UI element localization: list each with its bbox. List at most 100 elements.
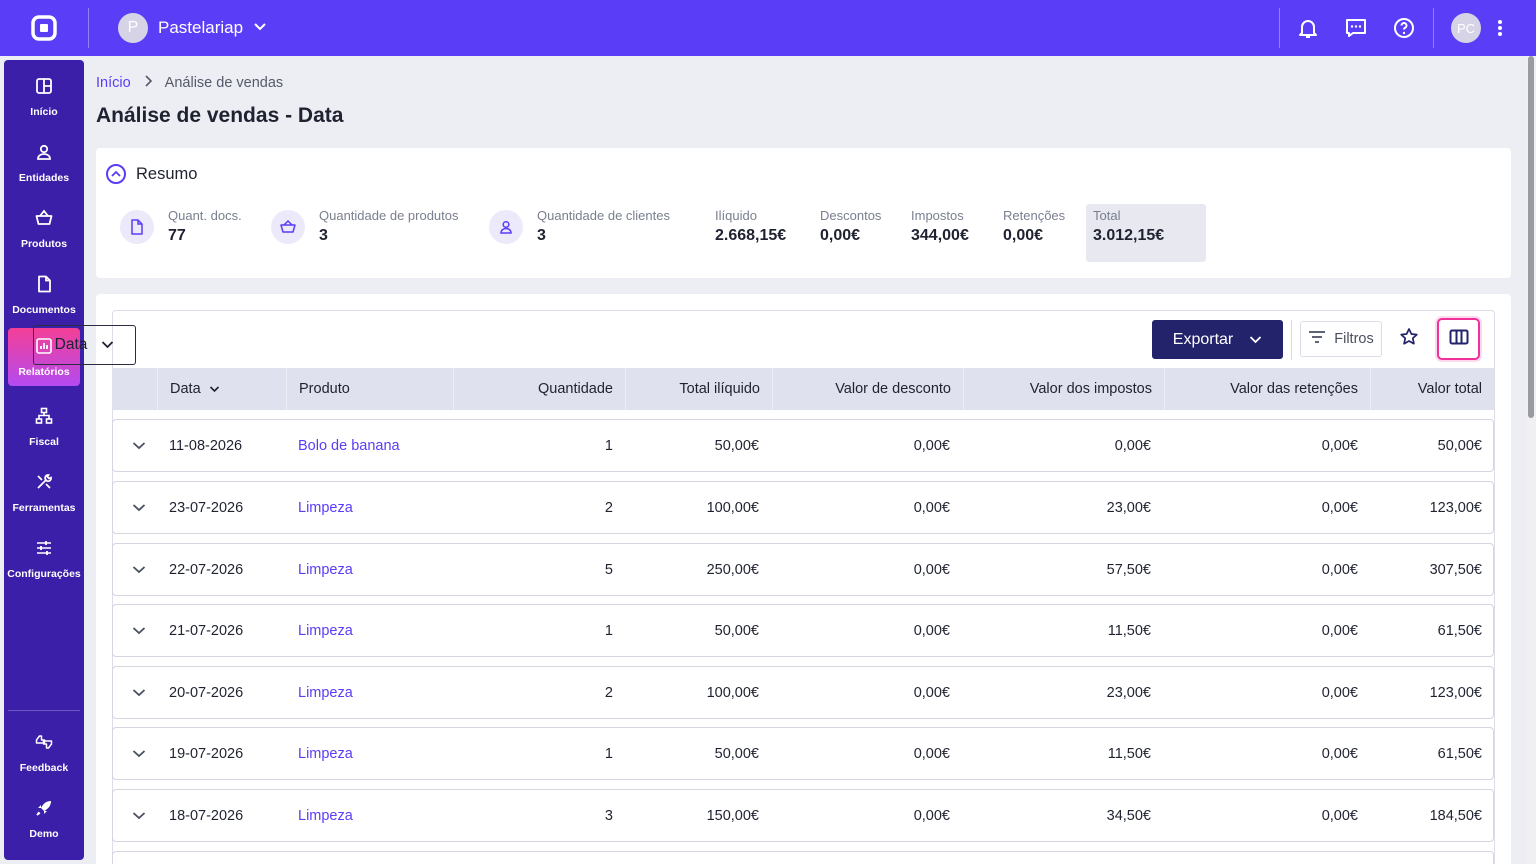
stat-withholdings: Retenções 0,00€: [1003, 208, 1065, 245]
table-row[interactable]: 21-07-2026 Limpeza 1 50,00€ 0,00€ 11,50€ 0,00€…: [112, 604, 1494, 657]
expand-row-chevron-icon[interactable]: [127, 495, 151, 519]
bell-icon[interactable]: [1296, 16, 1320, 40]
cell-quantity: 5: [604, 561, 613, 578]
stat-value: 0,00€: [1003, 227, 1044, 244]
chat-icon[interactable]: [1344, 16, 1368, 40]
app-logo-icon[interactable]: [30, 14, 58, 42]
chevron-down-icon: [1249, 331, 1262, 349]
breadcrumb-home-link[interactable]: Início: [96, 75, 131, 91]
scrollbar-thumb[interactable]: [1528, 56, 1534, 418]
favorite-button[interactable]: [1396, 326, 1422, 352]
user-avatar[interactable]: PC: [1451, 13, 1481, 43]
sidebar-item-ferramentas[interactable]: Ferramentas: [8, 464, 80, 522]
company-switcher[interactable]: P Pastelariap: [118, 12, 267, 44]
cell-product[interactable]: Limpeza: [298, 482, 458, 533]
cell-net-total: 150,00€: [706, 807, 759, 824]
expand-row-chevron-icon[interactable]: [127, 433, 151, 457]
document-icon: [35, 275, 53, 298]
table-row[interactable]: 11-08-2026 Bolo de banana 1 50,00€ 0,00€ 0,00…: [112, 419, 1494, 472]
sidebar-item-label: Produtos: [20, 237, 68, 250]
cell-product[interactable]: Limpeza: [298, 728, 458, 779]
export-button[interactable]: Exportar: [1152, 320, 1283, 359]
cell-quantity: 1: [604, 622, 613, 639]
summary-toggle[interactable]: Resumo: [106, 164, 197, 184]
stat-label: Impostos: [911, 208, 964, 223]
basket-icon: [271, 210, 305, 244]
expand-row-chevron-icon[interactable]: [127, 741, 151, 765]
cell-date: 20-07-2026: [169, 684, 244, 701]
sidebar-item-label: Documentos: [12, 303, 76, 316]
cell-taxes: 23,00€: [1106, 499, 1151, 516]
header-product[interactable]: Produto: [286, 368, 453, 410]
sidebar-item-label: Demo: [29, 827, 59, 840]
cell-product[interactable]: Limpeza: [298, 544, 458, 595]
stat-label: Ilíquido: [715, 208, 757, 223]
cell-net-total: 100,00€: [706, 684, 759, 701]
sidebar-item-documentos[interactable]: Documentos: [8, 266, 80, 324]
cell-discount: 0,00€: [913, 622, 950, 639]
sidebar-item-feedback[interactable]: Feedback: [8, 724, 80, 782]
company-name: Pastelariap: [158, 18, 244, 37]
sidebar-item-label: Início: [30, 105, 58, 118]
expand-row-chevron-icon[interactable]: [127, 618, 151, 642]
cell-discount: 0,00€: [913, 437, 950, 454]
page-scrollbar[interactable]: [1526, 56, 1536, 864]
table-row[interactable]: [112, 851, 1494, 864]
cell-product[interactable]: Limpeza: [298, 790, 458, 841]
stat-value: 77: [168, 227, 186, 244]
cell-withholdings: 0,00€: [1321, 499, 1358, 516]
help-icon[interactable]: [1392, 16, 1416, 40]
cell-product[interactable]: Limpeza: [298, 667, 458, 718]
expand-row-chevron-icon[interactable]: [127, 803, 151, 827]
cell-quantity: 2: [604, 684, 613, 701]
expand-row-chevron-icon[interactable]: [127, 557, 151, 581]
header-total[interactable]: Valor total: [1370, 368, 1494, 410]
sidebar-item-configuracoes[interactable]: Configurações: [7, 530, 81, 588]
table-row[interactable]: 19-07-2026 Limpeza 1 50,00€ 0,00€ 11,50€ 0,00€…: [112, 727, 1494, 780]
cell-quantity: 1: [604, 437, 613, 454]
header-date[interactable]: Data: [157, 368, 286, 410]
table-row[interactable]: 22-07-2026 Limpeza 5 250,00€ 0,00€ 57,50€ 0,00…: [112, 543, 1494, 596]
cell-withholdings: 0,00€: [1321, 807, 1358, 824]
cell-product[interactable]: Limpeza: [298, 605, 458, 656]
table-row[interactable]: 18-07-2026 Limpeza 3 150,00€ 0,00€ 34,50€ 0,00…: [112, 789, 1494, 842]
cell-taxes: 23,00€: [1106, 684, 1151, 701]
sidebar-item-produtos[interactable]: Produtos: [8, 200, 80, 258]
dashboard-icon: [35, 77, 53, 100]
cell-date: 23-07-2026: [169, 499, 244, 516]
sidebar-item-entidades[interactable]: Entidades: [8, 134, 80, 192]
company-avatar: P: [118, 13, 148, 43]
sort-chevron-icon: [209, 381, 220, 397]
stat-label: Quantidade de clientes: [537, 208, 670, 223]
expand-row-chevron-icon[interactable]: [127, 680, 151, 704]
cell-discount: 0,00€: [913, 684, 950, 701]
header-quantity[interactable]: Quantidade: [453, 368, 625, 410]
table-row[interactable]: 23-07-2026 Limpeza 2 100,00€ 0,00€ 23,00€ 0,00…: [112, 481, 1494, 534]
cell-product[interactable]: Bolo de banana: [298, 420, 458, 471]
cell-net-total: 50,00€: [714, 622, 759, 639]
sidebar-item-label: Feedback: [19, 761, 69, 774]
header-withholdings[interactable]: Valor das retenções: [1164, 368, 1370, 410]
toolbar-divider: [1291, 320, 1292, 360]
cell-total: 307,50€: [1429, 561, 1482, 578]
header-discount[interactable]: Valor de desconto: [772, 368, 963, 410]
group-by-select[interactable]: Data: [33, 325, 136, 365]
header-net-total[interactable]: Total ilíquido: [625, 368, 772, 410]
cell-withholdings: 0,00€: [1321, 437, 1358, 454]
header-taxes[interactable]: Valor dos impostos: [963, 368, 1164, 410]
sidebar-item-inicio[interactable]: Início: [8, 68, 80, 126]
sidebar-item-label: Configurações: [7, 567, 81, 580]
user-icon: [35, 143, 53, 166]
columns-button[interactable]: [1437, 318, 1480, 360]
sidebar-item-fiscal[interactable]: Fiscal: [8, 398, 80, 456]
header-label: Produto: [299, 381, 350, 397]
sidebar: Início Entidades Produtos Documentos Rel…: [4, 60, 84, 860]
kebab-menu-icon[interactable]: [1488, 16, 1512, 40]
cell-taxes: 34,50€: [1106, 807, 1151, 824]
cell-total: 123,00€: [1429, 499, 1482, 516]
chevron-down-icon: [101, 336, 114, 354]
table-row[interactable]: 20-07-2026 Limpeza 2 100,00€ 0,00€ 23,00€ 0,00…: [112, 666, 1494, 719]
sidebar-item-demo[interactable]: Demo: [8, 790, 80, 848]
export-label: Exportar: [1172, 330, 1234, 348]
filters-button[interactable]: Filtros: [1300, 321, 1382, 357]
